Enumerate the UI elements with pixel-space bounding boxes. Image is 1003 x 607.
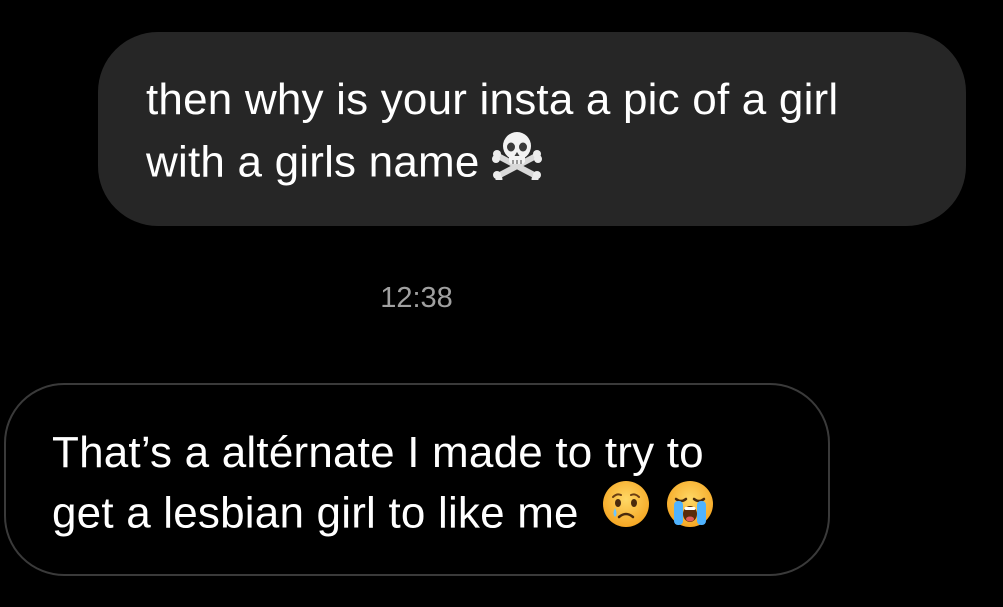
message-text-line: then why is your insta a pic of a girl	[146, 75, 839, 124]
message-text-line: with a girls name	[146, 130, 926, 200]
crying-face-icon	[601, 479, 651, 545]
message-text-line: get a lesbian girl to like me	[52, 481, 798, 549]
skull-and-crossbones-icon	[490, 126, 544, 196]
sent-message-bubble[interactable]: then why is your insta a pic of a girl w…	[98, 32, 966, 226]
message-text: get a lesbian girl to like me	[52, 488, 579, 538]
message-timestamp: 12:38	[380, 282, 453, 314]
loudly-crying-face-icon	[665, 479, 715, 545]
message-text-line: That’s a altérnate I made to try to	[52, 428, 704, 477]
message-text: with a girls name	[146, 137, 480, 187]
received-message-bubble[interactable]: That’s a altérnate I made to try to get …	[4, 383, 830, 576]
